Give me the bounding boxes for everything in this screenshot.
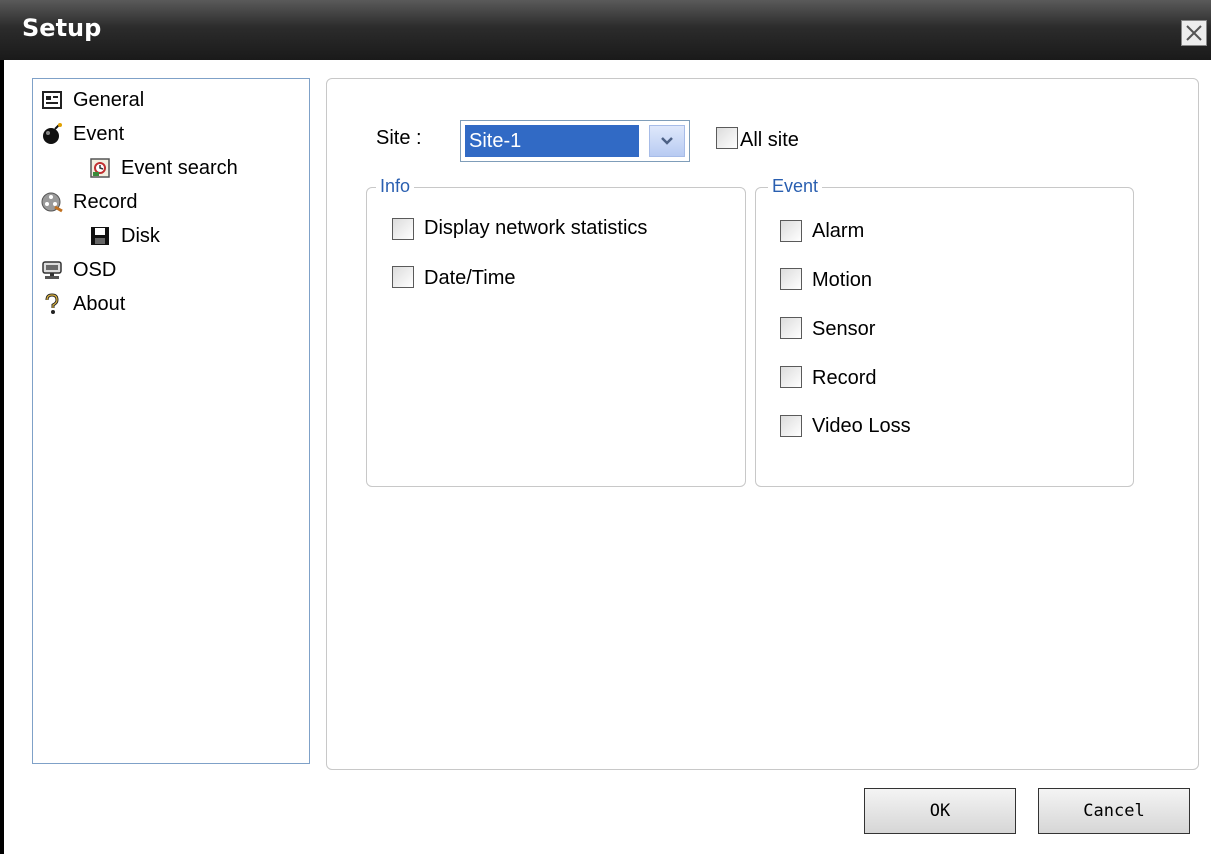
nav-item-about[interactable]: About [41,289,125,319]
film-reel-icon [41,191,63,213]
dropdown-arrow-button[interactable] [649,125,685,157]
nav-item-label: Event [73,122,125,145]
motion-label: Motion [812,269,873,291]
nav-item-label: General [73,88,145,111]
nav-item-label: About [73,292,126,315]
setup-window: Setup General Event Event search Record … [0,0,1211,854]
nav-item-label: Record [73,190,138,213]
site-label: Site : [376,127,422,149]
nav-item-label: Event search [121,156,238,179]
nav-item-osd[interactable]: OSD [41,255,116,285]
alarm-label: Alarm [812,220,865,242]
sensor-label: Sensor [812,318,876,340]
general-icon [41,89,63,111]
chevron-down-icon [661,137,673,145]
close-icon [1186,25,1202,41]
nav-item-general[interactable]: General [41,85,144,115]
ok-button[interactable]: OK [864,788,1016,834]
record-checkbox[interactable] [780,366,802,388]
video-loss-label: Video Loss [812,415,911,437]
close-button[interactable] [1181,20,1207,46]
site-dropdown[interactable]: Site-1 [460,120,690,162]
settings-nav-tree: General Event Event search Record Disk O… [32,78,310,764]
floppy-disk-icon [89,225,111,247]
display-network-statistics-label: Display network statistics [424,217,648,239]
window-border [0,60,4,854]
alarm-checkbox[interactable] [780,220,802,242]
monitor-icon [41,259,63,281]
title-bar: Setup [0,0,1211,60]
date-time-checkbox[interactable] [392,266,414,288]
site-dropdown-value: Site-1 [465,125,639,157]
record-label: Record [812,367,877,389]
video-loss-checkbox[interactable] [780,415,802,437]
cancel-button[interactable]: Cancel [1038,788,1190,834]
display-network-statistics-checkbox[interactable] [392,218,414,240]
motion-checkbox[interactable] [780,268,802,290]
sensor-checkbox[interactable] [780,317,802,339]
event-group-legend: Event [768,176,823,197]
window-title: Setup [22,14,102,42]
nav-item-event-search[interactable]: Event search [89,153,238,183]
nav-item-label: Disk [121,224,160,247]
nav-item-event[interactable]: Event [41,119,124,149]
question-icon [41,293,63,315]
date-time-label: Date/Time [424,267,516,289]
bomb-icon [41,123,63,145]
all-site-checkbox[interactable] [716,127,738,149]
nav-item-label: OSD [73,258,117,281]
nav-item-record[interactable]: Record [41,187,137,217]
event-search-icon [89,157,111,179]
nav-item-disk[interactable]: Disk [89,221,160,251]
all-site-label: All site [740,129,799,151]
info-group-legend: Info [376,176,415,197]
